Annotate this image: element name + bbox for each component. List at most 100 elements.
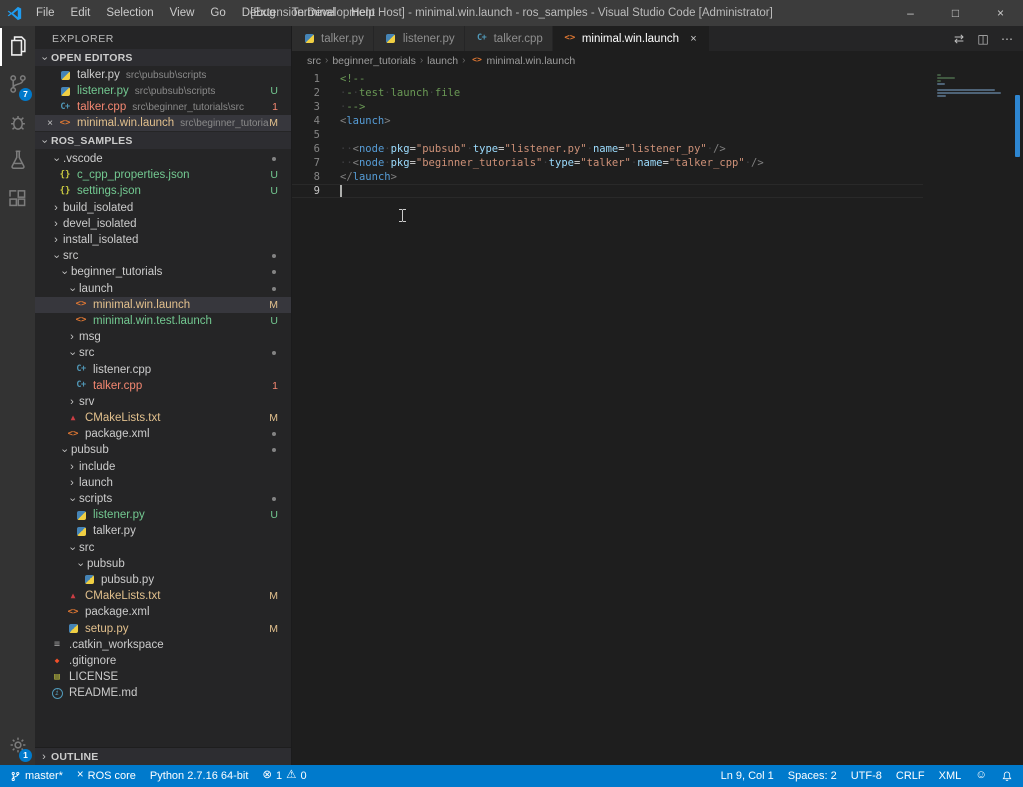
tree-item-label: launch (79, 477, 113, 489)
tree-file-pubsub-py[interactable]: pubsub.py (35, 572, 291, 588)
python-interpreter[interactable]: Python 2.7.16 64-bit (143, 765, 255, 787)
tree-file-cmakelists-txt[interactable]: ▲CMakeLists.txtM (35, 410, 291, 426)
open-editor-talker-py[interactable]: talker.pysrc\pubsub\scripts (35, 67, 291, 83)
compare-changes-button[interactable]: ⇄ (947, 32, 971, 46)
tab-talker-cpp[interactable]: C+talker.cpp (465, 26, 553, 51)
breadcrumb-beginner-tutorials[interactable]: beginner_tutorials (331, 55, 416, 67)
workspace-root-header[interactable]: › ROS_SAMPLES (35, 132, 291, 149)
code-line[interactable]: 7··<node·pkg="beginner_tutorials"·type="… (292, 156, 923, 170)
tree-file-catkin-workspace[interactable]: ≡.catkin_workspace (35, 637, 291, 653)
tree-folder-build-isolated[interactable]: ›build_isolated (35, 200, 291, 216)
tree-file-license[interactable]: ▤LICENSE (35, 669, 291, 685)
git-branch-status[interactable]: master* (3, 765, 70, 787)
menu-edit[interactable]: Edit (63, 0, 99, 26)
cursor-position[interactable]: Ln 9, Col 1 (714, 765, 781, 787)
settings-activity-button[interactable]: 1 (0, 727, 35, 765)
xml-file-icon: <> (562, 34, 578, 43)
tree-folder-srv[interactable]: ›srv (35, 394, 291, 410)
tree-folder-src[interactable]: ›src (35, 345, 291, 361)
source-control-activity-button[interactable]: 7 (0, 66, 35, 104)
tree-folder-pubsub[interactable]: ›pubsub (35, 556, 291, 572)
split-editor-button[interactable]: ◫ (971, 32, 995, 46)
tree-folder-src[interactable]: ›src (35, 540, 291, 556)
tab-minimal-win-launch[interactable]: <>minimal.win.launch× (553, 26, 710, 51)
menu-selection[interactable]: Selection (98, 0, 161, 26)
tree-folder-install-isolated[interactable]: ›install_isolated (35, 232, 291, 248)
breadcrumb-src[interactable]: src (306, 55, 322, 67)
ros-core-status[interactable]: ×ROS core (70, 765, 143, 787)
tree-file-settings-json[interactable]: {}settings.jsonU (35, 183, 291, 199)
tree-file-listener-py[interactable]: listener.pyU (35, 507, 291, 523)
tab-listener-py[interactable]: listener.py (374, 26, 465, 51)
tree-file-cmakelists-txt[interactable]: ▲CMakeLists.txtM (35, 588, 291, 604)
feedback[interactable]: ☺ (968, 765, 994, 787)
tree-file-minimal-win-test-launch[interactable]: <>minimal.win.test.launchU (35, 313, 291, 329)
code-line[interactable]: 3·--> (292, 100, 923, 114)
eol-sequence[interactable]: CRLF (889, 765, 932, 787)
menu-help[interactable]: Help (343, 0, 383, 26)
minimap-line (937, 83, 945, 85)
language-mode[interactable]: XML (932, 765, 969, 787)
tree-folder-beginner-tutorials[interactable]: ›beginner_tutorials (35, 264, 291, 280)
tree-folder-launch[interactable]: ›launch (35, 281, 291, 297)
tree-file-talker-py[interactable]: talker.py (35, 523, 291, 539)
notifications[interactable] (994, 765, 1020, 787)
close-window-button[interactable]: × (978, 0, 1023, 26)
encoding[interactable]: UTF-8 (844, 765, 889, 787)
code-line[interactable]: 4<launch> (292, 114, 923, 128)
tree-file-talker-cpp[interactable]: C+talker.cpp1 (35, 378, 291, 394)
line-number: 7 (292, 156, 320, 170)
tree-folder-include[interactable]: ›include (35, 459, 291, 475)
tree-file-c-cpp-properties-json[interactable]: {}c_cpp_properties.jsonU (35, 167, 291, 183)
explorer-activity-button[interactable] (0, 28, 35, 66)
tree-folder-pubsub[interactable]: ›pubsub (35, 442, 291, 458)
breadcrumb-minimal-win-launch[interactable]: <>minimal.win.launch (468, 55, 576, 67)
tree-file-readme-md[interactable]: iREADME.md (35, 685, 291, 701)
open-editor-talker-cpp[interactable]: C+talker.cppsrc\beginner_tutorials\src1 (35, 99, 291, 115)
code-line[interactable]: 2·-·test·launch·file (292, 86, 923, 100)
maximize-window-button[interactable]: □ (933, 0, 978, 26)
debug-activity-button[interactable] (0, 104, 35, 142)
tree-file-listener-cpp[interactable]: C+listener.cpp (35, 361, 291, 377)
test-activity-button[interactable] (0, 142, 35, 180)
tree-folder-src[interactable]: ›src (35, 248, 291, 264)
problems[interactable]: ⊗1⚠0 (255, 765, 313, 787)
menu-file[interactable]: File (28, 0, 63, 26)
minimap[interactable] (937, 72, 1009, 765)
tree-file-setup-py[interactable]: setup.pyM (35, 620, 291, 636)
menu-debug[interactable]: Debug (234, 0, 284, 26)
code-line[interactable]: 6··<node·pkg="pubsub"·type="listener.py"… (292, 142, 923, 156)
code-line[interactable]: 8</launch> (292, 170, 923, 184)
tree-file-package-xml[interactable]: <>package.xml (35, 604, 291, 620)
tab-talker-py[interactable]: talker.py (292, 26, 374, 51)
extensions-activity-button[interactable] (0, 180, 35, 218)
menu-view[interactable]: View (162, 0, 203, 26)
tree-item-label: package.xml (85, 606, 150, 618)
tree-file-package-xml[interactable]: <>package.xml (35, 426, 291, 442)
tree-folder-launch[interactable]: ›launch (35, 475, 291, 491)
modified-dot (272, 448, 276, 452)
menu-go[interactable]: Go (202, 0, 233, 26)
open-editors-header[interactable]: › OPEN EDITORS (35, 49, 291, 66)
tree-folder-devel-isolated[interactable]: ›devel_isolated (35, 216, 291, 232)
tree-folder-vscode[interactable]: ›.vscode (35, 151, 291, 167)
badge-count: 1 (19, 749, 32, 762)
tree-folder-msg[interactable]: ›msg (35, 329, 291, 345)
code-line[interactable]: 1<!-- (292, 72, 923, 86)
code-line[interactable]: 9 (292, 184, 923, 198)
minimize-window-button[interactable]: – (888, 0, 933, 26)
breadcrumb-launch[interactable]: launch (426, 55, 459, 67)
code-line[interactable]: 5 (292, 128, 923, 142)
indentation[interactable]: Spaces: 2 (781, 765, 844, 787)
open-editor-listener-py[interactable]: listener.pysrc\pubsub\scriptsU (35, 83, 291, 99)
close-editor-icon[interactable]: × (43, 118, 57, 129)
menu-terminal[interactable]: Terminal (284, 0, 343, 26)
tree-file-minimal-win-launch[interactable]: <>minimal.win.launchM (35, 297, 291, 313)
more-actions-button[interactable]: ⋯ (995, 32, 1019, 46)
open-editor-minimal-win-launch[interactable]: ×<>minimal.win.launchsrc\beginner_tutori… (35, 115, 291, 131)
outline-header[interactable]: › OUTLINE (35, 747, 291, 765)
tree-file-gitignore[interactable]: ◆.gitignore (35, 653, 291, 669)
tree-folder-scripts[interactable]: ›scripts (35, 491, 291, 507)
code-editor[interactable]: 1<!--2·-·test·launch·file3·-->4<launch>5… (292, 70, 1023, 765)
close-tab-icon[interactable]: × (687, 33, 700, 45)
